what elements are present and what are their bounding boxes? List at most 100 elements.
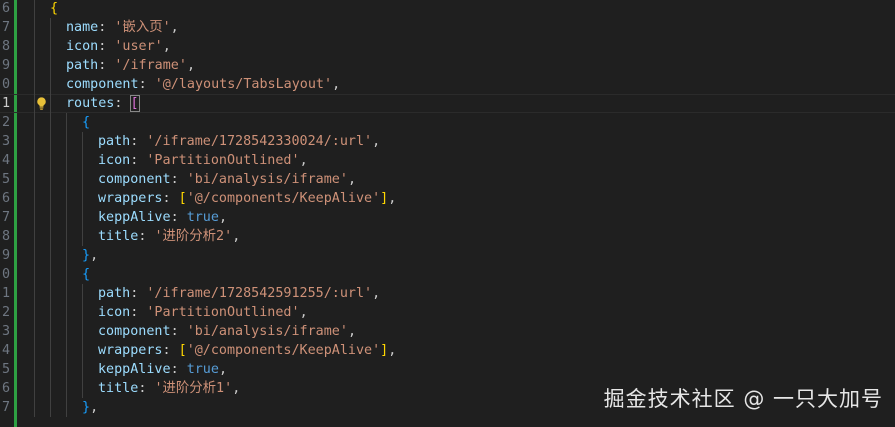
code-text[interactable]: {	[34, 0, 58, 18]
code-token: ,	[332, 77, 341, 92]
code-line[interactable]: 4 wrappers: ['@/components/KeepAlive'],	[0, 341, 895, 360]
code-line[interactable]: 7 keppAlive: true,	[0, 208, 895, 227]
indent-guide	[34, 398, 50, 417]
code-token: 'bi/analysis/iframe'	[186, 324, 348, 339]
code-text[interactable]: component: 'bi/analysis/iframe',	[34, 170, 356, 189]
code-token: [	[178, 191, 187, 206]
code-line[interactable]: 8 title: '进阶分析2',	[0, 227, 895, 246]
code-token: title	[98, 229, 139, 244]
code-text[interactable]: component: 'bi/analysis/iframe',	[34, 322, 356, 341]
indent-guide	[34, 322, 50, 341]
code-line[interactable]: 2{	[0, 113, 895, 132]
code-token: :	[170, 362, 187, 377]
code-line[interactable]: 9},	[0, 246, 895, 265]
code-token: 'user'	[114, 39, 163, 54]
code-text[interactable]: title: '进阶分析2',	[34, 227, 240, 246]
indent-guide	[50, 208, 66, 227]
code-line[interactable]: 2 icon: 'PartitionOutlined',	[0, 303, 895, 322]
code-editor[interactable]: 6{7 name: '嵌入页', 8 icon: 'user', 9 path: '/if…	[0, 0, 895, 427]
indent-guide	[66, 132, 82, 151]
code-text[interactable]: keppAlive: true,	[34, 360, 227, 379]
code-line[interactable]: 6 wrappers: ['@/components/KeepAlive'],	[0, 189, 895, 208]
indent-guide	[34, 227, 50, 246]
indent-guide	[82, 151, 98, 170]
code-token: :	[98, 58, 115, 73]
code-token: ,	[388, 191, 397, 206]
code-token: [	[178, 343, 187, 358]
code-token: '/iframe/1728542591255/:url'	[146, 286, 373, 301]
line-number: 6	[1, 1, 10, 16]
indent-guide	[34, 37, 50, 56]
code-text[interactable]: path: '/iframe/1728542330024/:url',	[34, 132, 380, 151]
indent-guide	[50, 113, 66, 132]
indent-guide	[34, 379, 50, 398]
indent-guide	[82, 379, 98, 398]
indent-guide	[34, 18, 50, 37]
code-text[interactable]: name: '嵌入页',	[34, 18, 179, 37]
code-line[interactable]: 3 path: '/iframe/1728542330024/:url',	[0, 132, 895, 151]
code-text[interactable]: {	[34, 265, 90, 284]
indent-guide	[50, 246, 66, 265]
code-token: true	[186, 362, 219, 377]
code-text[interactable]: icon: 'PartitionOutlined',	[34, 151, 308, 170]
indent-guide	[66, 189, 82, 208]
code-token: ,	[218, 210, 227, 225]
code-token: 'PartitionOutlined'	[146, 305, 300, 320]
indent-guide	[66, 284, 82, 303]
code-line[interactable]: 6{	[0, 0, 895, 18]
code-text[interactable]: {	[34, 113, 90, 132]
code-token: icon	[66, 39, 99, 54]
line-number: 7	[1, 210, 10, 225]
code-text[interactable]: routes: [	[34, 94, 140, 113]
indent-guide	[34, 341, 50, 360]
code-text[interactable]: wrappers: ['@/components/KeepAlive'],	[34, 341, 396, 360]
code-text[interactable]: },	[34, 398, 98, 417]
code-lines[interactable]: 6{7 name: '嵌入页', 8 icon: 'user', 9 path: '/if…	[0, 0, 895, 417]
line-number: 9	[1, 248, 10, 263]
code-text[interactable]: keppAlive: true,	[34, 208, 227, 227]
code-token: wrappers	[98, 191, 163, 206]
indent-guide	[34, 246, 50, 265]
indent-guide	[82, 132, 98, 151]
indent-guide	[82, 322, 98, 341]
indent-guide	[34, 303, 50, 322]
indent-guide	[82, 189, 98, 208]
code-line[interactable]: 9 path: '/iframe',	[0, 56, 895, 75]
code-token: :	[130, 153, 147, 168]
line-number: 3	[1, 134, 10, 149]
line-number: 0	[1, 77, 10, 92]
code-line[interactable]: 5 component: 'bi/analysis/iframe',	[0, 170, 895, 189]
indent-guide	[50, 132, 66, 151]
indent-guide	[34, 75, 50, 94]
code-line[interactable]: 0 component: '@/layouts/TabsLayout',	[0, 75, 895, 94]
indent-guide	[50, 18, 66, 37]
code-line[interactable]: 8 icon: 'user',	[0, 37, 895, 56]
code-line[interactable]: 7 name: '嵌入页',	[0, 18, 895, 37]
code-text[interactable]: icon: 'user',	[34, 37, 171, 56]
code-token: path	[98, 134, 131, 149]
code-line[interactable]: 1 path: '/iframe/1728542591255/:url',	[0, 284, 895, 303]
code-line[interactable]: 1 routes: [	[0, 94, 895, 113]
code-token: keppAlive	[98, 210, 171, 225]
code-text[interactable]: wrappers: ['@/components/KeepAlive'],	[34, 189, 396, 208]
indent-guide	[50, 360, 66, 379]
code-token: :	[162, 191, 179, 206]
code-line[interactable]: 4 icon: 'PartitionOutlined',	[0, 151, 895, 170]
indent-guide	[66, 265, 82, 284]
line-number: 7	[1, 400, 10, 415]
code-text[interactable]: icon: 'PartitionOutlined',	[34, 303, 308, 322]
code-text[interactable]: path: '/iframe',	[34, 56, 195, 75]
line-number: 1	[1, 286, 10, 301]
code-text[interactable]: component: '@/layouts/TabsLayout',	[34, 75, 340, 94]
code-text[interactable]: title: '进阶分析1',	[34, 379, 240, 398]
indent-guide	[34, 56, 50, 75]
code-line[interactable]: 5 keppAlive: true,	[0, 360, 895, 379]
code-line[interactable]: 3 component: 'bi/analysis/iframe',	[0, 322, 895, 341]
code-line[interactable]: 0{	[0, 265, 895, 284]
indent-guide	[66, 360, 82, 379]
code-text[interactable]: },	[34, 246, 98, 265]
indent-guide	[34, 360, 50, 379]
code-token: :	[162, 343, 179, 358]
code-text[interactable]: path: '/iframe/1728542591255/:url',	[34, 284, 380, 303]
code-token: :	[98, 39, 115, 54]
